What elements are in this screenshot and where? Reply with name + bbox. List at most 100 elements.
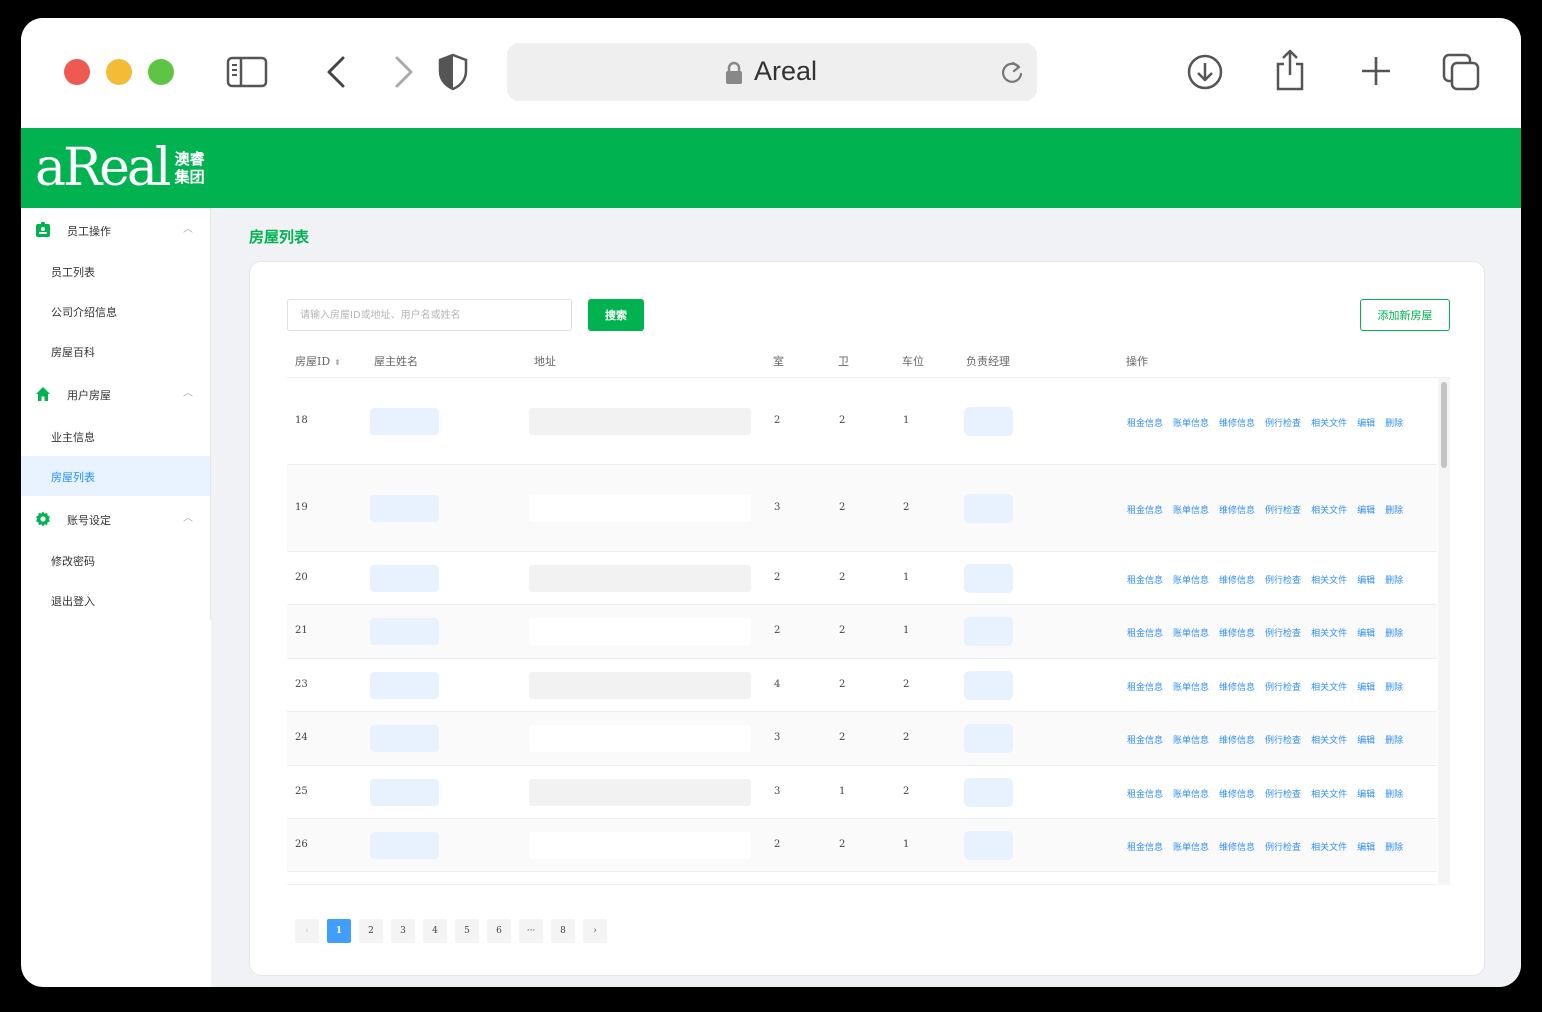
repair-info-link[interactable]: 维修信息 [1219,626,1255,639]
files-link[interactable]: 相关文件 [1311,573,1347,586]
delete-link[interactable]: 删除 [1385,733,1403,746]
add-house-button[interactable]: 添加新房屋 [1360,299,1450,331]
rent-info-link[interactable]: 租金信息 [1127,573,1163,586]
bill-info-link[interactable]: 账单信息 [1173,680,1209,693]
page-button[interactable]: 4 [423,919,447,943]
edit-link[interactable]: 编辑 [1357,573,1375,586]
table-scrollbar[interactable] [1438,378,1450,885]
sidebar-item-house-list[interactable]: 房屋列表 [21,456,210,496]
rent-info-link[interactable]: 租金信息 [1127,503,1163,516]
bill-info-link[interactable]: 账单信息 [1173,787,1209,800]
reload-icon[interactable] [999,58,1025,86]
repair-info-link[interactable]: 维修信息 [1219,680,1255,693]
repair-info-link[interactable]: 维修信息 [1219,573,1255,586]
edit-link[interactable]: 编辑 [1357,840,1375,853]
search-input[interactable] [288,300,571,330]
edit-link[interactable]: 编辑 [1357,733,1375,746]
next-page-button[interactable]: › [583,919,607,943]
inspection-link[interactable]: 例行检查 [1265,733,1301,746]
files-link[interactable]: 相关文件 [1311,626,1347,639]
edit-link[interactable]: 编辑 [1357,416,1375,429]
inspection-link[interactable]: 例行检查 [1265,680,1301,693]
share-icon[interactable] [1272,48,1308,92]
forward-icon[interactable] [389,54,419,90]
page-button[interactable]: 3 [391,919,415,943]
tab-overview-icon[interactable] [1441,52,1481,92]
rent-info-link[interactable]: 租金信息 [1127,416,1163,429]
delete-link[interactable]: 删除 [1385,503,1403,516]
sidebar-item-owner-info[interactable]: 业主信息 [21,416,210,456]
edit-link[interactable]: 编辑 [1357,680,1375,693]
page-ellipsis[interactable]: ··· [519,919,543,943]
edit-link[interactable]: 编辑 [1357,787,1375,800]
bill-info-link[interactable]: 账单信息 [1173,626,1209,639]
chevron-up-icon[interactable]: ︿ [183,220,193,235]
sidebar-group-user-houses[interactable]: 用户房屋 ︿ [21,374,210,414]
downloads-icon[interactable] [1185,52,1225,92]
sidebar-item-change-password[interactable]: 修改密码 [21,540,210,580]
sidebar-group-staff[interactable]: 员工操作 ︿ [21,210,210,250]
rent-info-link[interactable]: 租金信息 [1127,626,1163,639]
edit-link[interactable]: 编辑 [1357,626,1375,639]
repair-info-link[interactable]: 维修信息 [1219,787,1255,800]
delete-link[interactable]: 删除 [1385,787,1403,800]
delete-link[interactable]: 删除 [1385,416,1403,429]
areal-logo[interactable]: aReal 澳睿 集团 [35,138,205,198]
inspection-link[interactable]: 例行检查 [1265,626,1301,639]
sidebar-item-logout[interactable]: 退出登入 [21,580,210,620]
files-link[interactable]: 相关文件 [1311,787,1347,800]
inspection-link[interactable]: 例行检查 [1265,573,1301,586]
sidebar-group-account-settings[interactable]: 账号设定 ︿ [21,499,210,539]
bill-info-link[interactable]: 账单信息 [1173,573,1209,586]
address-bar[interactable]: Areal [507,43,1037,101]
zoom-window-button[interactable] [148,59,174,85]
repair-info-link[interactable]: 维修信息 [1219,733,1255,746]
bill-info-link[interactable]: 账单信息 [1173,503,1209,516]
sidebar-item-house-wiki[interactable]: 房屋百科 [21,331,210,371]
inspection-link[interactable]: 例行检查 [1265,787,1301,800]
delete-link[interactable]: 删除 [1385,573,1403,586]
inspection-link[interactable]: 例行检查 [1265,416,1301,429]
rent-info-link[interactable]: 租金信息 [1127,733,1163,746]
chevron-up-icon[interactable]: ︿ [183,384,193,399]
new-tab-icon[interactable] [1359,54,1393,88]
files-link[interactable]: 相关文件 [1311,416,1347,429]
repair-info-link[interactable]: 维修信息 [1219,840,1255,853]
files-link[interactable]: 相关文件 [1311,503,1347,516]
page-button[interactable]: 5 [455,919,479,943]
inspection-link[interactable]: 例行检查 [1265,840,1301,853]
sort-icon[interactable]: ⬍ [334,358,341,367]
bill-info-link[interactable]: 账单信息 [1173,416,1209,429]
privacy-shield-icon[interactable] [435,52,471,92]
delete-link[interactable]: 删除 [1385,626,1403,639]
edit-link[interactable]: 编辑 [1357,503,1375,516]
minimize-window-button[interactable] [106,59,132,85]
delete-link[interactable]: 删除 [1385,840,1403,853]
bill-info-link[interactable]: 账单信息 [1173,733,1209,746]
sidebar-item-staff-list[interactable]: 员工列表 [21,251,210,291]
delete-link[interactable]: 删除 [1385,680,1403,693]
prev-page-button[interactable]: ‹ [295,919,319,943]
rent-info-link[interactable]: 租金信息 [1127,840,1163,853]
back-icon[interactable] [321,54,351,90]
page-button[interactable]: 1 [327,919,351,943]
repair-info-link[interactable]: 维修信息 [1219,416,1255,429]
page-button[interactable]: 6 [487,919,511,943]
bill-info-link[interactable]: 账单信息 [1173,840,1209,853]
scrollbar-thumb[interactable] [1441,382,1447,468]
column-header-id[interactable]: 房屋ID ⬍ [295,353,341,369]
page-button[interactable]: 8 [551,919,575,943]
page-button[interactable]: 2 [359,919,383,943]
files-link[interactable]: 相关文件 [1311,680,1347,693]
rent-info-link[interactable]: 租金信息 [1127,787,1163,800]
chevron-up-icon[interactable]: ︿ [183,509,193,524]
sidebar-toggle-icon[interactable] [225,54,269,90]
files-link[interactable]: 相关文件 [1311,733,1347,746]
rent-info-link[interactable]: 租金信息 [1127,680,1163,693]
close-window-button[interactable] [64,59,90,85]
inspection-link[interactable]: 例行检查 [1265,503,1301,516]
search-button[interactable]: 搜索 [588,299,644,331]
sidebar-item-company-info[interactable]: 公司介绍信息 [21,291,210,331]
files-link[interactable]: 相关文件 [1311,840,1347,853]
repair-info-link[interactable]: 维修信息 [1219,503,1255,516]
